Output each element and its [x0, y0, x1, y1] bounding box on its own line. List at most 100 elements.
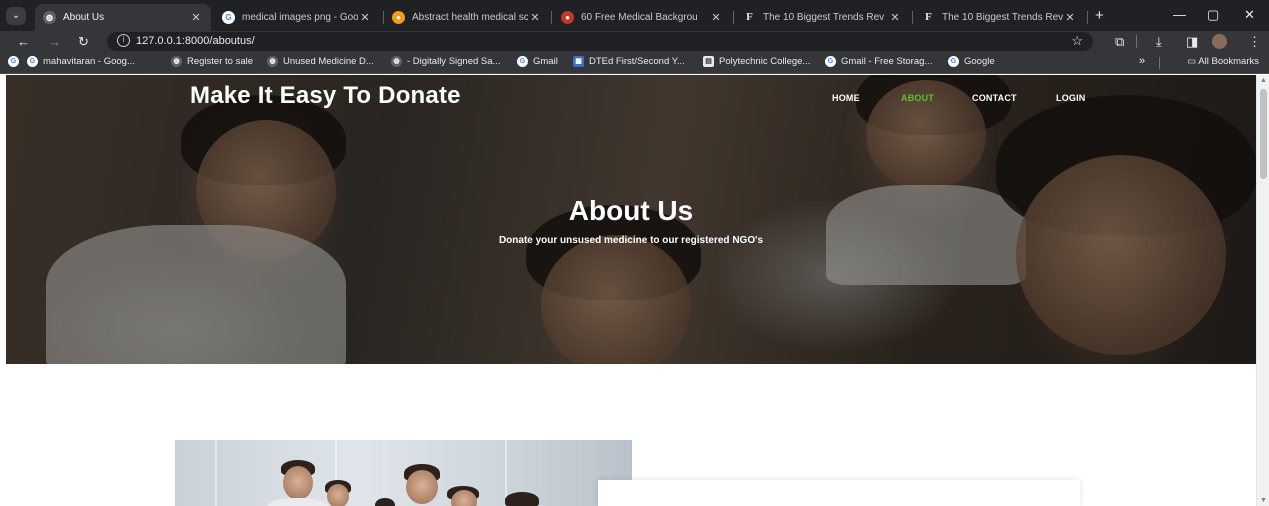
- team-photo-shape: [327, 484, 349, 506]
- page-title: About Us: [568, 195, 694, 226]
- bookmark-label: DTEd First/Second Y...: [589, 56, 685, 67]
- bookmark-item[interactable]: G Google: [948, 56, 995, 67]
- tab-title: Abstract health medical sc: [412, 12, 528, 23]
- side-panel-icon[interactable]: ◨: [1186, 33, 1198, 50]
- orange-badge-icon: ●: [392, 11, 405, 24]
- tab-trends-2[interactable]: F The 10 Biggest Trends Rev ✕: [914, 4, 1085, 31]
- site-info-icon[interactable]: i: [117, 34, 130, 47]
- globe-icon: ◍: [267, 56, 278, 67]
- page-scrollbar[interactable]: ▲ ▼: [1256, 75, 1269, 506]
- google-icon: G: [517, 56, 528, 67]
- tab-search-button[interactable]: ⌄: [6, 7, 26, 25]
- bookmark-item[interactable]: ▦ DTEd First/Second Y...: [573, 56, 685, 67]
- close-icon[interactable]: ✕: [888, 11, 902, 24]
- bookmark-item[interactable]: ◍ Unused Medicine D...: [267, 56, 374, 67]
- tab-medical-backgrounds[interactable]: ● 60 Free Medical Backgrou ✕: [553, 4, 731, 31]
- team-photo: [175, 440, 632, 506]
- all-bookmarks-button[interactable]: ▭ All Bookmarks: [1187, 56, 1259, 67]
- page-subtitle: Donate your unsused medicine to our regi…: [498, 235, 764, 246]
- bookmark-label: mahavitaran - Goog...: [43, 56, 135, 67]
- bookmark-item[interactable]: G mahavitaran - Goog...: [27, 56, 135, 67]
- nav-contact[interactable]: CONTACT: [972, 93, 1017, 103]
- reload-icon[interactable]: ↻: [78, 33, 89, 50]
- bookmarks-overflow-button[interactable]: »: [1139, 55, 1145, 67]
- tab-title: The 10 Biggest Trends Rev: [942, 12, 1063, 23]
- bookmarks-divider: [1159, 57, 1160, 69]
- scroll-down-icon[interactable]: ▼: [1260, 497, 1267, 504]
- bookmark-label: Google: [964, 56, 995, 67]
- tab-separator: [733, 11, 734, 24]
- toolbar-divider: [1136, 35, 1137, 48]
- tab-strip: ⌄ ◍ About Us ✕ G medical images png - Go…: [0, 0, 1269, 31]
- team-photo-shape: [267, 498, 329, 506]
- team-photo-shape: [505, 492, 539, 506]
- nav-login[interactable]: LOGIN: [1056, 93, 1086, 103]
- bookmark-item[interactable]: ◍ - Digitally Signed Sa...: [391, 56, 500, 67]
- bookmark-label: - Digitally Signed Sa...: [407, 56, 501, 67]
- nav-about[interactable]: ABOUT: [901, 93, 934, 103]
- bookmark-label: Polytechnic College...: [719, 56, 811, 67]
- profile-avatar[interactable]: [1212, 34, 1227, 49]
- google-icon: G: [8, 56, 19, 67]
- hero-banner: Make It Easy To Donate HOME ABOUT CONTAC…: [6, 75, 1256, 364]
- about-card: [598, 480, 1080, 506]
- address-url[interactable]: 127.0.0.1:8000/aboutus/: [136, 35, 255, 47]
- minimize-icon[interactable]: —: [1173, 7, 1186, 22]
- bookmark-star-icon[interactable]: ☆: [1071, 33, 1083, 49]
- red-circle-icon: ●: [561, 11, 574, 24]
- bookmark-item[interactable]: ▤ Polytechnic College...: [703, 56, 810, 67]
- tab-separator: [551, 11, 552, 24]
- college-icon: ▤: [703, 56, 714, 67]
- bookmark-item[interactable]: ◍ Register to sale: [171, 56, 253, 67]
- tab-about-us[interactable]: ◍ About Us ✕: [35, 4, 211, 31]
- window-close-icon[interactable]: ✕: [1244, 7, 1255, 23]
- google-icon: G: [222, 11, 235, 24]
- team-photo-shape: [375, 498, 395, 506]
- restore-icon[interactable]: ▢: [1207, 7, 1219, 23]
- folder-icon: ▭: [1187, 56, 1197, 67]
- address-bar[interactable]: i 127.0.0.1:8000/aboutus/ ☆: [107, 32, 1093, 51]
- browser-toolbar: ← → ↻ i 127.0.0.1:8000/aboutus/ ☆ ⧉ ⤓ ◨ …: [0, 31, 1269, 52]
- team-photo-shape: [283, 466, 313, 500]
- bookmark-label: Gmail: [533, 56, 558, 67]
- bookmark-item[interactable]: G Gmail - Free Storag...: [825, 56, 932, 67]
- close-icon[interactable]: ✕: [709, 11, 723, 24]
- dted-icon: ▦: [573, 56, 584, 67]
- f-logo-icon: F: [925, 11, 932, 23]
- nav-home[interactable]: HOME: [832, 93, 860, 103]
- scroll-up-icon[interactable]: ▲: [1260, 77, 1267, 84]
- scroll-thumb[interactable]: [1260, 89, 1267, 179]
- tab-title: medical images png - Goo: [242, 12, 358, 23]
- bookmark-item[interactable]: G Gmail: [517, 56, 558, 67]
- google-icon: G: [825, 56, 836, 67]
- google-icon: G: [27, 56, 38, 67]
- tab-title: The 10 Biggest Trends Rev: [763, 12, 885, 23]
- team-photo-shape: [406, 470, 438, 504]
- new-tab-button[interactable]: +: [1095, 8, 1104, 23]
- page-viewport: Make It Easy To Donate HOME ABOUT CONTAC…: [0, 75, 1269, 506]
- download-icon[interactable]: ⤓: [1156, 33, 1162, 50]
- site-logo[interactable]: Make It Easy To Donate: [190, 82, 461, 110]
- bookmarks-google-icon[interactable]: G: [8, 56, 24, 67]
- tab-title: About Us: [63, 12, 105, 23]
- close-icon[interactable]: ✕: [1063, 11, 1077, 24]
- close-icon[interactable]: ✕: [358, 11, 372, 24]
- tab-separator: [912, 11, 913, 24]
- tab-trends-1[interactable]: F The 10 Biggest Trends Rev ✕: [735, 4, 910, 31]
- close-icon[interactable]: ✕: [189, 11, 203, 24]
- globe-icon: ◍: [171, 56, 182, 67]
- globe-icon: ◍: [391, 56, 402, 67]
- tab-separator: [1087, 11, 1088, 24]
- bookmarks-bar: G G mahavitaran - Goog... ◍ Register to …: [0, 52, 1269, 74]
- bookmark-label: Unused Medicine D...: [283, 56, 374, 67]
- menu-dots-icon[interactable]: ⋮: [1248, 33, 1261, 50]
- globe-icon: ◍: [43, 11, 56, 24]
- back-icon[interactable]: ←: [17, 33, 30, 50]
- close-icon[interactable]: ✕: [528, 11, 542, 24]
- tab-abstract-health[interactable]: ● Abstract health medical sc ✕: [384, 4, 550, 31]
- tab-medical-images[interactable]: G medical images png - Goo ✕: [214, 4, 380, 31]
- tab-title: 60 Free Medical Backgrou: [581, 12, 698, 23]
- forward-icon[interactable]: →: [48, 33, 61, 50]
- extensions-icon[interactable]: ⧉: [1115, 33, 1124, 50]
- bookmark-label: Register to sale: [187, 56, 254, 67]
